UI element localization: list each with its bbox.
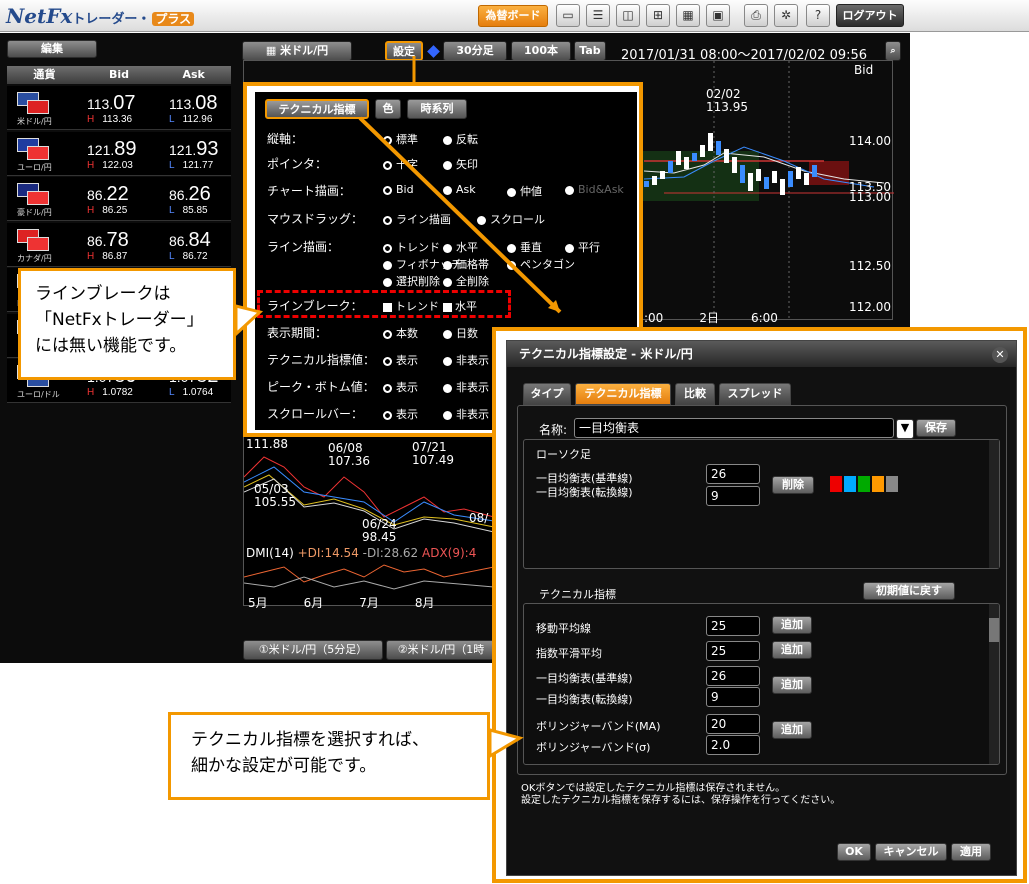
arrows xyxy=(234,56,562,759)
